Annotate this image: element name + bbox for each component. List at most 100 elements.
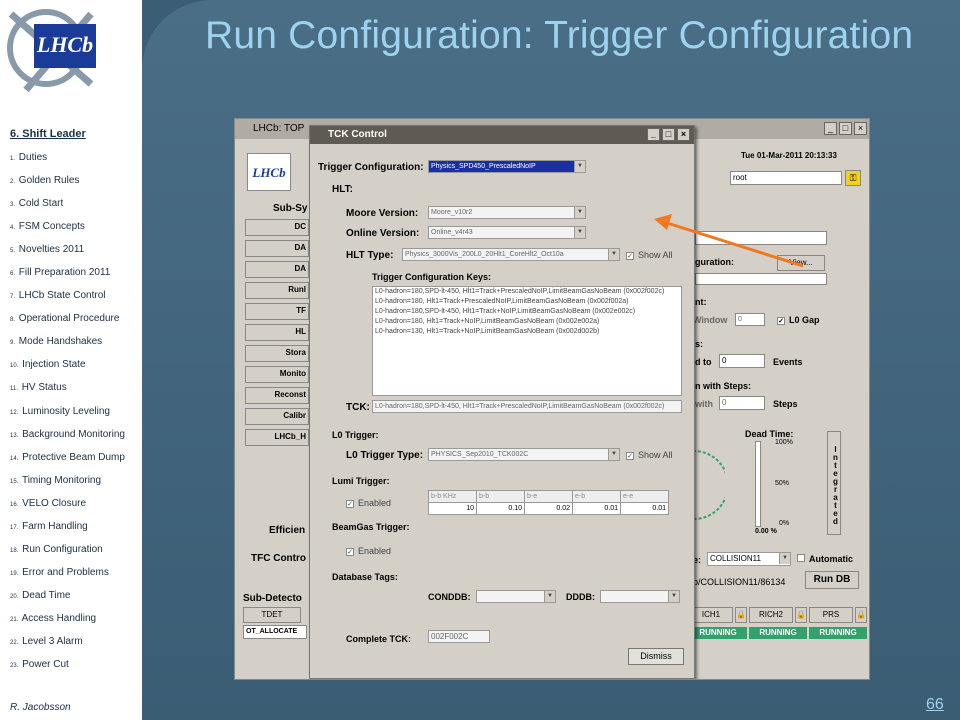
moore-select[interactable]: Moore_v10r2 ▼ (428, 206, 586, 219)
show-all-checkbox[interactable]: ✓ Show All (626, 250, 673, 260)
close-icon[interactable]: × (854, 122, 867, 135)
subsystem-button[interactable]: LHCb_H (245, 429, 309, 446)
subsystem-button[interactable]: Reconst (245, 387, 309, 404)
complete-tck-field[interactable]: 002F002C (428, 630, 490, 643)
nav-item[interactable]: 22. Level 3 Alarm (10, 630, 140, 653)
online-select[interactable]: Online_v4r43 ▼ (428, 226, 586, 239)
nav-item[interactable]: 12. Luminosity Leveling (10, 400, 140, 423)
dddb-select[interactable]: ▼ (600, 590, 680, 603)
nav-item[interactable]: 16. VELO Closure (10, 492, 140, 515)
nav-item[interactable]: 2. Golden Rules (10, 169, 140, 192)
nav-item-label: LHCb State Control (18, 290, 106, 302)
detector-button[interactable]: RICH2 (749, 607, 793, 623)
events-input[interactable]: 0 (719, 354, 765, 368)
trigger-config-select[interactable]: Physics_SPD450_PrescaledNoIP ▼ (428, 160, 586, 173)
nav-title: 6. Shift Leader (10, 128, 86, 140)
nav-item[interactable]: 18. Run Configuration (10, 538, 140, 561)
nav-item[interactable]: 1. Duties (10, 146, 140, 169)
run-db-button[interactable]: Run DB (805, 571, 859, 589)
detector-state[interactable]: RUNNING (809, 627, 867, 639)
lumi-value[interactable]: 0.01 (620, 502, 669, 515)
minimize-icon[interactable]: _ (824, 122, 837, 135)
steps-input[interactable]: 0 (719, 396, 765, 410)
lock-icon[interactable]: 🔒 (855, 607, 867, 623)
nav-item-number: 12. (10, 409, 19, 416)
lumi-value[interactable]: 0.10 (476, 502, 525, 515)
l0gap-checkbox[interactable]: ✓ L0 Gap (777, 315, 820, 325)
subsystem-button[interactable]: DC (245, 219, 309, 236)
close-icon[interactable]: × (677, 128, 690, 141)
trigger-key-item[interactable]: L0-hadron=180,SPD-lt-450, Hlt1=Track+Pre… (373, 287, 681, 297)
window-input[interactable]: 0 (735, 313, 765, 326)
trigger-key-item[interactable]: L0-hadron=180,SPD-lt-450, Hlt1=Track+NoI… (373, 307, 681, 317)
user-field[interactable]: root (730, 171, 842, 185)
integrated-button[interactable]: Integrated (827, 431, 841, 535)
subsystem-button[interactable]: Stora (245, 345, 309, 362)
trigger-key-item[interactable]: L0-hadron=180, Hlt1=Track+PrescaledNoIP,… (373, 297, 681, 307)
activity-combo[interactable]: COLLISION11 ▼ (707, 552, 791, 566)
nav-item-number: 2. (10, 179, 16, 186)
hlt-type-select[interactable]: Physics_3000Vis_200L0_20Hlt1_CoreHlt2_Oc… (402, 248, 620, 261)
detector-button[interactable]: PRS (809, 607, 853, 623)
detector-state[interactable]: RUNNING (749, 627, 807, 639)
conddb-label: CONDDB: (428, 592, 471, 602)
dismiss-button[interactable]: Dismiss (628, 648, 684, 665)
tck-field[interactable]: L0-hadron=180,SPD-lt-450, Hlt1=Track+Pre… (372, 400, 682, 413)
config-combo[interactable] (695, 231, 827, 245)
subsystem-button[interactable]: Monito (245, 366, 309, 383)
subsystem-button[interactable]: Runl (245, 282, 309, 299)
trigger-key-item[interactable]: L0-hadron=180, Hlt1=Track+NoIP,LimitBeam… (373, 317, 681, 327)
maximize-icon[interactable]: □ (839, 122, 852, 135)
automatic-checkbox[interactable]: Automatic (797, 554, 853, 564)
conddb-select[interactable]: ▼ (476, 590, 556, 603)
detector-button[interactable]: ICH1 (689, 607, 733, 623)
detector-state[interactable]: RUNNING (689, 627, 747, 639)
nav-item[interactable]: 13. Background Monitoring (10, 423, 140, 446)
l0-show-all-checkbox[interactable]: ✓ Show All (626, 450, 673, 460)
hlt-label: HLT: (332, 184, 353, 195)
subsystem-button[interactable]: DA (245, 261, 309, 278)
nav-item[interactable]: 23. Power Cut (10, 653, 140, 676)
keys-list[interactable]: L0-hadron=180,SPD-lt-450, Hlt1=Track+Pre… (372, 286, 682, 396)
tdet-button[interactable]: TDET (243, 607, 301, 623)
nav-item[interactable]: 20. Dead Time (10, 584, 140, 607)
tdet-state[interactable]: OT_ALLOCATE (243, 625, 307, 639)
nav-item[interactable]: 9. Mode Handshakes (10, 330, 140, 353)
subsystem-button[interactable]: HL (245, 324, 309, 341)
nav-item[interactable]: 11. HV Status (10, 376, 140, 399)
nav-item[interactable]: 19. Error and Problems (10, 561, 140, 584)
nav-item[interactable]: 10. Injection State (10, 353, 140, 376)
nav-item[interactable]: 3. Cold Start (10, 192, 140, 215)
lock-icon[interactable]: 🔒 (795, 607, 807, 623)
nav-item[interactable]: 17. Farm Handling (10, 515, 140, 538)
chevron-down-icon: ▼ (608, 449, 619, 460)
lumi-value[interactable]: 0.02 (524, 502, 573, 515)
beamgas-enabled-checkbox[interactable]: ✓ Enabled (346, 546, 391, 556)
nav-item[interactable]: 4. FSM Concepts (10, 215, 140, 238)
nav-item[interactable]: 6. Fill Preparation 2011 (10, 261, 140, 284)
nav-item-number: 20. (10, 593, 19, 600)
maximize-icon[interactable]: □ (662, 128, 675, 141)
nav-item[interactable]: 5. Novelties 2011 (10, 238, 140, 261)
key-icon[interactable]: ⚿ (845, 170, 861, 186)
lumi-value[interactable]: 10 (428, 502, 477, 515)
lumi-value[interactable]: 0.01 (572, 502, 621, 515)
l0-type-select[interactable]: PHYSICS_Sep2010_TCK002C ▼ (428, 448, 620, 461)
nav-item[interactable]: 14. Protective Beam Dump (10, 446, 140, 469)
config-combo-2[interactable] (695, 273, 827, 285)
subsystem-button[interactable]: TF (245, 303, 309, 320)
nav-item[interactable]: 21. Access Handling (10, 607, 140, 630)
minimize-icon[interactable]: _ (647, 128, 660, 141)
nav-item[interactable]: 7. LHCb State Control (10, 284, 140, 307)
subsystem-button[interactable]: Calibr (245, 408, 309, 425)
nav-item-number: 4. (10, 225, 16, 232)
nav-item-label: Luminosity Leveling (22, 405, 110, 417)
nav-item[interactable]: 8. Operational Procedure (10, 307, 140, 330)
lock-icon[interactable]: 🔒 (735, 607, 747, 623)
page-number[interactable]: 66 (926, 696, 944, 714)
trigger-key-item[interactable]: L0-hadron=130, Hlt1=Track+NoIP,LimitBeam… (373, 327, 681, 337)
subsystem-button[interactable]: DA (245, 240, 309, 257)
view-button[interactable]: View... (777, 255, 825, 271)
nav-item[interactable]: 15. Timing Monitoring (10, 469, 140, 492)
lumi-enabled-checkbox[interactable]: ✓ Enabled (346, 498, 391, 508)
